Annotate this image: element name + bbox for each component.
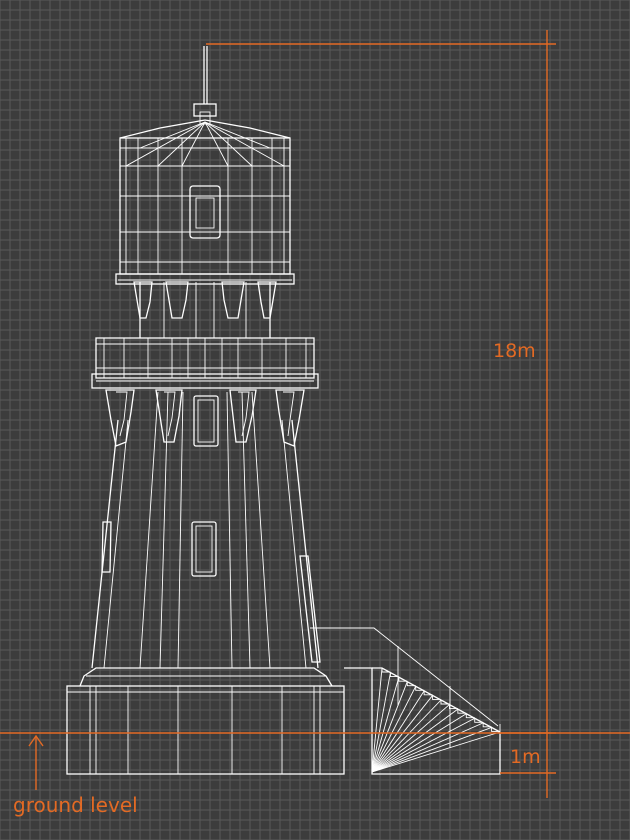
ground-level-label: ground level xyxy=(13,793,138,817)
gallery-corbels xyxy=(105,389,305,447)
lighthouse-elevation-drawing: 18m 1m ground level xyxy=(0,0,630,840)
tower-window-upper xyxy=(193,395,219,447)
height-label: 18m xyxy=(493,340,536,362)
dimension-lines xyxy=(0,30,630,798)
lighthouse-base xyxy=(66,667,345,775)
drafting-grid xyxy=(0,0,630,840)
step-height-label: 1m xyxy=(510,746,541,768)
